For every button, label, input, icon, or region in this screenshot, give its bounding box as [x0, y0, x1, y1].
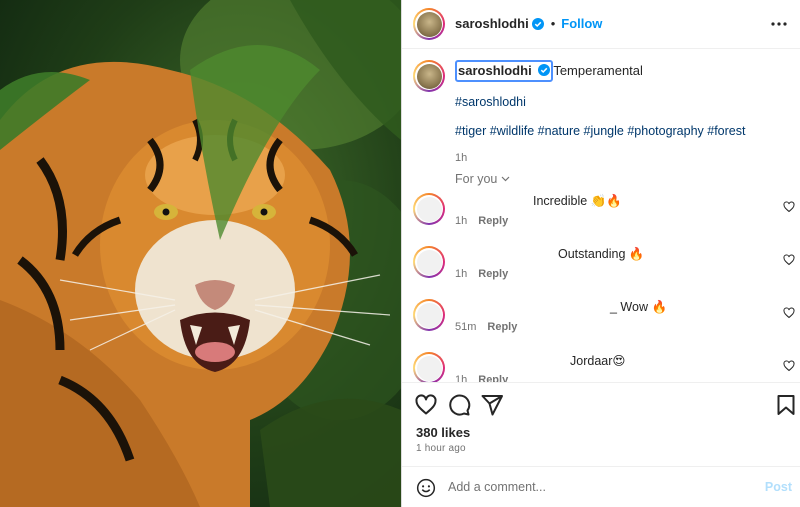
verified-badge-icon	[538, 64, 551, 76]
heart-icon[interactable]	[783, 254, 795, 266]
reply-button[interactable]: Reply	[478, 215, 508, 227]
tiger-photo-illustration	[0, 0, 401, 507]
heart-icon[interactable]	[783, 360, 795, 372]
bookmark-icon[interactable]	[774, 393, 798, 417]
comment-item: Jordaar😍 1h Reply	[413, 352, 798, 382]
commenter-avatar[interactable]	[413, 193, 445, 225]
heart-icon[interactable]	[783, 201, 795, 213]
comment-time[interactable]: 1h	[455, 374, 467, 382]
comment-item: Incredible 👏🔥 1h Reply	[413, 193, 798, 246]
post-detail-panel: saroshlodhi • Follow saroshlodhi Tempera…	[401, 0, 800, 507]
emoji-icon[interactable]	[416, 478, 436, 498]
comment-input[interactable]	[448, 476, 748, 498]
commenter-avatar[interactable]	[413, 299, 445, 331]
heart-icon[interactable]	[414, 393, 438, 417]
caption-body: Temperamental	[553, 63, 643, 78]
hashtag-links[interactable]: #tiger #wildlife #nature #jungle #photog…	[455, 122, 785, 140]
comment-time[interactable]: 51m	[455, 321, 476, 333]
commenter-avatar[interactable]	[413, 246, 445, 278]
for-you-label: For you	[455, 172, 498, 186]
likes-count[interactable]: 380 likes	[416, 425, 470, 440]
more-horizontal-icon[interactable]	[769, 14, 789, 34]
comment-time[interactable]: 1h	[455, 215, 467, 227]
author-username[interactable]: saroshlodhi	[455, 16, 529, 31]
comment-meta: 1h Reply	[455, 268, 508, 280]
post-header: saroshlodhi • Follow	[402, 0, 800, 49]
caption-text: saroshlodhi Temperamental #saroshlodhi #…	[455, 60, 785, 167]
post-timestamp[interactable]: 1 hour ago	[416, 443, 466, 454]
comment-item: _ Wow 🔥 51m Reply	[413, 299, 798, 352]
caption-avatar[interactable]	[413, 60, 445, 92]
for-you-dropdown[interactable]: For you	[455, 171, 510, 186]
comment-text: Outstanding 🔥	[558, 247, 645, 261]
comment-meta: 51m Reply	[455, 321, 517, 333]
reply-button[interactable]: Reply	[487, 321, 517, 333]
hashtag-link-saroshlodhi[interactable]: #saroshlodhi	[455, 93, 785, 111]
comment-item: Outstanding 🔥 1h Reply	[413, 246, 798, 299]
add-comment-bar: Post	[402, 466, 800, 507]
action-bar	[402, 382, 800, 422]
caption-username-label: saroshlodhi	[458, 63, 532, 78]
commenter-avatar[interactable]	[413, 352, 445, 382]
follow-button[interactable]: Follow	[561, 16, 602, 31]
separator-dot: •	[550, 16, 556, 31]
comment-text: _ Wow 🔥	[610, 300, 668, 314]
comment-text: Jordaar😍	[570, 354, 626, 368]
heart-icon[interactable]	[783, 307, 795, 319]
verified-badge-icon	[531, 17, 544, 30]
comment-time[interactable]: 1h	[455, 268, 467, 280]
author-avatar[interactable]	[413, 8, 445, 40]
post-image[interactable]	[0, 0, 401, 507]
comments-scroll-area[interactable]: saroshlodhi Temperamental #saroshlodhi #…	[402, 50, 800, 382]
post-comment-button[interactable]: Post	[765, 480, 792, 494]
comment-icon[interactable]	[447, 393, 471, 417]
chevron-down-icon	[501, 171, 510, 185]
reply-button[interactable]: Reply	[478, 268, 508, 280]
author-name-group: saroshlodhi • Follow	[455, 16, 602, 31]
caption-timestamp[interactable]: 1h	[455, 149, 785, 167]
comment-meta: 1h Reply	[455, 374, 508, 382]
share-icon[interactable]	[480, 393, 504, 417]
comment-text: Incredible 👏🔥	[533, 194, 622, 208]
comment-meta: 1h Reply	[455, 215, 508, 227]
caption-username[interactable]: saroshlodhi	[455, 60, 554, 82]
reply-button[interactable]: Reply	[478, 374, 508, 382]
